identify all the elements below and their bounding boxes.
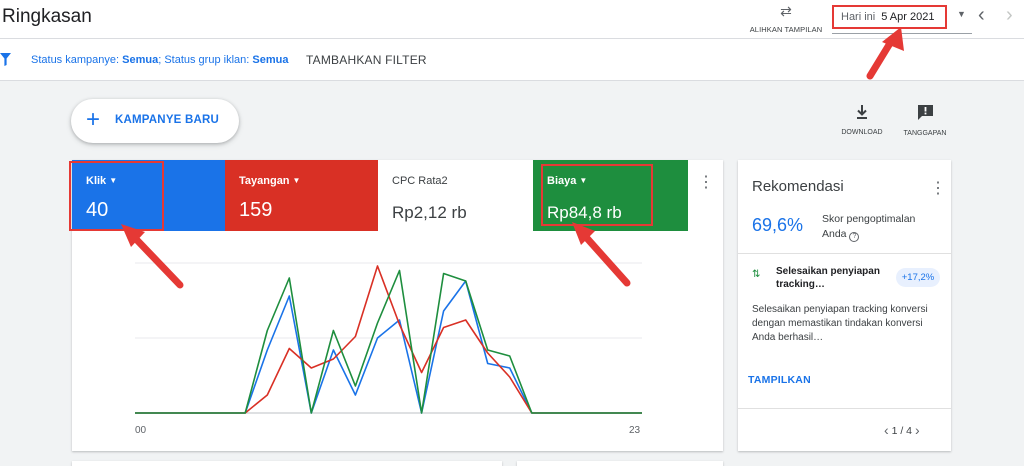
uplift-badge: +17,2% [896, 268, 940, 287]
date-value: 5 Apr 2021 [881, 11, 935, 23]
divider [738, 253, 951, 254]
help-icon[interactable]: ? [849, 232, 860, 242]
date-underline [832, 33, 972, 34]
switch-view-button[interactable]: ⇄ ALIHKAN TAMPILAN [744, 2, 828, 37]
switch-view-label: ALIHKAN TAMPILAN [749, 25, 823, 34]
chevron-right-icon[interactable]: › [915, 422, 920, 438]
lower-card-right [517, 461, 723, 466]
recommendations-title: Rekomendasi [752, 178, 844, 195]
download-icon [857, 105, 867, 119]
x-tick-label-end: 23 [629, 425, 641, 436]
sort-arrows-icon: ⇅ [752, 269, 761, 280]
recommendations-card: Rekomendasi ⋮ 69,6% Skor pengoptimalan A… [738, 160, 951, 451]
x-tick-label-start: 00 [135, 425, 147, 436]
top-bar: Ringkasan ⇄ ALIHKAN TAMPILAN Hari ini 5 A… [0, 0, 1024, 39]
page-title: Ringkasan [2, 6, 92, 27]
filter-bar: Status kampanye: Semua; Status grup ikla… [0, 39, 1024, 81]
chevron-left-icon[interactable]: ‹ [978, 4, 985, 27]
performance-card: Klik ▼ 40 Tayangan ▼ 159 CPC Rata2 Rp2,12 … [69, 160, 723, 451]
plus-icon: + [86, 106, 101, 133]
pager-text: 1 / 4 [891, 425, 913, 437]
optimization-score-label: Skor pengoptimalan Anda ? [822, 212, 942, 242]
chart-series-line-2 [135, 269, 642, 414]
chart-series-line-1 [135, 265, 642, 414]
lower-card-left [72, 461, 502, 466]
recommendation-item-description: Selesaikan penyiapan tracking konversi d… [752, 304, 928, 343]
metric-value-impressions: 159 [239, 199, 273, 221]
add-filter-button[interactable]: TAMBAHKAN FILTER [306, 53, 427, 67]
metric-name-avg-cpc: CPC Rata2 [392, 175, 448, 187]
new-campaign-button[interactable]: + KAMPANYE BARU [71, 99, 239, 143]
date-range-picker[interactable]: Hari ini 5 Apr 2021 [832, 5, 947, 29]
metric-value-avg-cpc: Rp2,12 rb [392, 203, 467, 222]
date-prefix: Hari ini [841, 11, 876, 23]
divider [738, 408, 951, 409]
download-label: DOWNLOAD [841, 129, 883, 136]
status-adgroup-label: ; Status grup iklan: [158, 54, 250, 66]
metric-tile-impressions[interactable]: Tayangan ▼ 159 [225, 160, 378, 231]
highlight-box-cost [541, 164, 653, 226]
chevron-right-icon[interactable]: › [1006, 4, 1013, 27]
performance-line-chart: 00 23 [135, 262, 642, 436]
metric-name-impressions: Tayangan [239, 175, 290, 187]
highlight-box-clicks [69, 161, 164, 231]
chart-series-line-0 [135, 280, 642, 414]
feedback-label: TANGGAPAN [903, 130, 947, 137]
swap-icon: ⇄ [780, 3, 792, 19]
feedback-button[interactable]: TANGGAPAN [895, 104, 955, 137]
optimization-score-text: Skor pengoptimalan Anda [822, 213, 916, 240]
status-campaign-value: Semua [122, 54, 159, 66]
caret-down-icon: ▼ [292, 176, 301, 185]
status-campaign-label: Status kampanye: [31, 54, 120, 66]
new-campaign-label: KAMPANYE BARU [115, 114, 219, 126]
more-options-icon[interactable]: ⋮ [698, 175, 714, 191]
feedback-icon [917, 105, 933, 120]
show-recommendation-button[interactable]: TAMPILKAN [748, 374, 811, 386]
status-adgroup-value: Semua [252, 54, 289, 66]
chevron-left-icon[interactable]: ‹ [884, 422, 889, 438]
more-options-icon[interactable]: ⋮ [930, 181, 946, 197]
metric-tile-avg-cpc[interactable]: CPC Rata2 Rp2,12 rb [378, 160, 533, 231]
filter-summary[interactable]: Status kampanye: Semua; Status grup ikla… [31, 54, 288, 66]
recommendation-pager: ‹ 1 / 4 › [884, 422, 920, 438]
optimization-score: 69,6% [752, 215, 804, 235]
download-button[interactable]: DOWNLOAD [832, 104, 892, 136]
caret-down-icon[interactable]: ▼ [957, 9, 966, 19]
filter-icon[interactable] [0, 53, 11, 66]
recommendation-item-title[interactable]: Selesaikan penyiapan tracking… [776, 265, 886, 291]
